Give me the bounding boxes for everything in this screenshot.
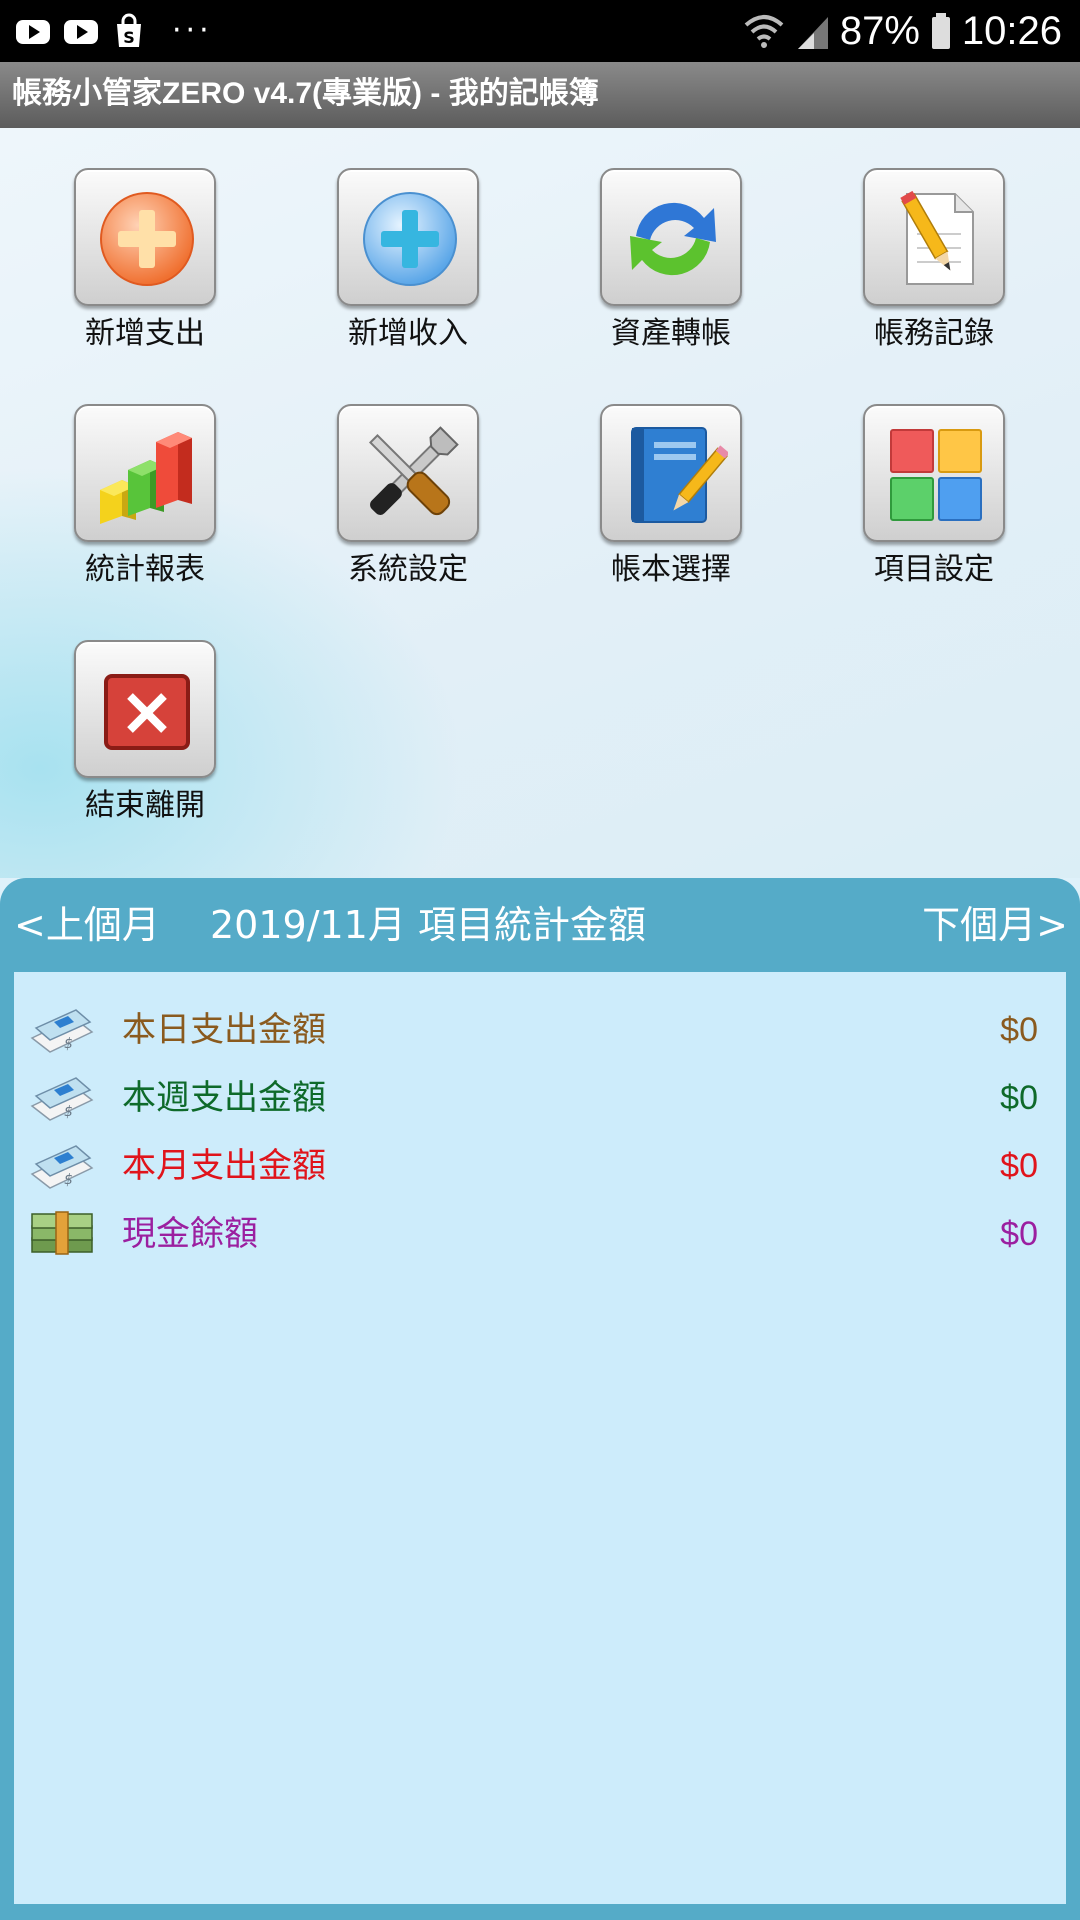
svg-text:$: $ xyxy=(64,1172,73,1188)
month-navigation: <上個月 2019/11月 項目統計金額 下個月> xyxy=(0,878,1080,972)
menu-label: 結束離開 xyxy=(85,788,205,823)
cash-stack-icon xyxy=(31,1211,93,1255)
menu-label: 統計報表 xyxy=(85,552,205,587)
menu-label: 新增支出 xyxy=(85,316,205,351)
menu-report[interactable]: 統計報表 xyxy=(20,364,240,587)
menu-label: 帳本選擇 xyxy=(611,552,731,587)
stat-label: 本週支出金額 xyxy=(122,1078,326,1118)
add-expense-icon xyxy=(100,192,194,286)
svg-text:S: S xyxy=(123,28,135,47)
menu-label: 項目設定 xyxy=(874,552,994,587)
stat-label: 現金餘額 xyxy=(122,1214,258,1254)
monthly-stats-panel: <上個月 2019/11月 項目統計金額 下個月> $ 本日支出金額 $0 $ … xyxy=(0,878,1080,1920)
menu-exit[interactable]: 結束離開 xyxy=(20,600,240,823)
stat-row-month-expense[interactable]: $ 本月支出金額 $0 xyxy=(14,1134,1066,1200)
next-month-button[interactable]: 下個月> xyxy=(922,900,1068,950)
status-bar: S ··· 87% 10:26 xyxy=(0,0,1080,62)
add-income-icon xyxy=(363,192,457,286)
stat-value: $0 xyxy=(1000,1079,1038,1117)
stat-value: $0 xyxy=(1000,1011,1038,1049)
menu-records[interactable]: 帳務記錄 xyxy=(809,128,1029,351)
svg-text:$: $ xyxy=(64,1036,73,1052)
svg-text:$: $ xyxy=(64,1104,73,1120)
stat-label: 本月支出金額 xyxy=(122,1146,326,1186)
menu-label: 系統設定 xyxy=(348,552,468,587)
app-title-bar: 帳務小管家ZERO v4.7(專業版) - 我的記帳簿 xyxy=(0,62,1080,128)
menu-add-expense[interactable]: 新增支出 xyxy=(20,128,240,351)
wifi-icon xyxy=(744,15,784,48)
report-chart-icon xyxy=(100,432,192,524)
battery-icon xyxy=(931,13,950,49)
youtube-icon xyxy=(64,20,98,44)
app-title: 帳務小管家ZERO v4.7(專業版) - 我的記帳簿 xyxy=(12,77,599,110)
menu-settings[interactable]: 系統設定 xyxy=(283,364,503,587)
menu-category-settings[interactable]: 項目設定 xyxy=(809,364,1029,587)
menu-label: 資產轉帳 xyxy=(611,316,731,351)
exit-icon xyxy=(104,674,190,750)
menu-label: 新增收入 xyxy=(348,316,468,351)
bill-icon: $ xyxy=(30,1077,94,1121)
notification-icons: S ··· xyxy=(14,12,213,50)
main-menu: 新增支出 新增收入 資產轉帳 帳務記錄 統計報表 系統設定 帳本選擇 項目設定 … xyxy=(0,128,1080,878)
system-indicators: 87% 10:26 xyxy=(742,6,1062,56)
menu-add-income[interactable]: 新增收入 xyxy=(283,128,503,351)
youtube-icon xyxy=(16,20,50,44)
bill-icon: $ xyxy=(30,1145,94,1189)
stat-row-today-expense[interactable]: $ 本日支出金額 $0 xyxy=(14,998,1066,1064)
ledger-book-icon xyxy=(631,427,728,523)
more-notifications-indicator: ··· xyxy=(172,13,213,48)
stat-row-week-expense[interactable]: $ 本週支出金額 $0 xyxy=(14,1066,1066,1132)
stat-row-cash-balance[interactable]: 現金餘額 $0 xyxy=(14,1202,1066,1268)
transfer-icon xyxy=(630,202,716,276)
shopping-bag-icon: S xyxy=(117,13,141,47)
menu-ledger-select[interactable]: 帳本選擇 xyxy=(546,364,766,587)
clock: 10:26 xyxy=(961,9,1062,53)
bill-icon: $ xyxy=(30,1009,94,1053)
stats-title: 2019/11月 項目統計金額 xyxy=(210,903,646,947)
stat-label: 本日支出金額 xyxy=(122,1010,326,1050)
previous-month-button[interactable]: <上個月 xyxy=(14,900,160,950)
category-grid-icon xyxy=(890,429,982,521)
stats-list: $ 本日支出金額 $0 $ 本週支出金額 $0 $ 本月支出金額 $0 現金餘額… xyxy=(14,972,1066,1904)
records-icon xyxy=(900,190,974,285)
menu-label: 帳務記錄 xyxy=(874,316,994,351)
settings-tools-icon xyxy=(368,426,459,516)
battery-percentage: 87% xyxy=(839,9,920,53)
stat-value: $0 xyxy=(1000,1215,1038,1253)
signal-icon xyxy=(797,17,828,49)
menu-transfer[interactable]: 資產轉帳 xyxy=(546,128,766,351)
stat-value: $0 xyxy=(1000,1147,1038,1185)
